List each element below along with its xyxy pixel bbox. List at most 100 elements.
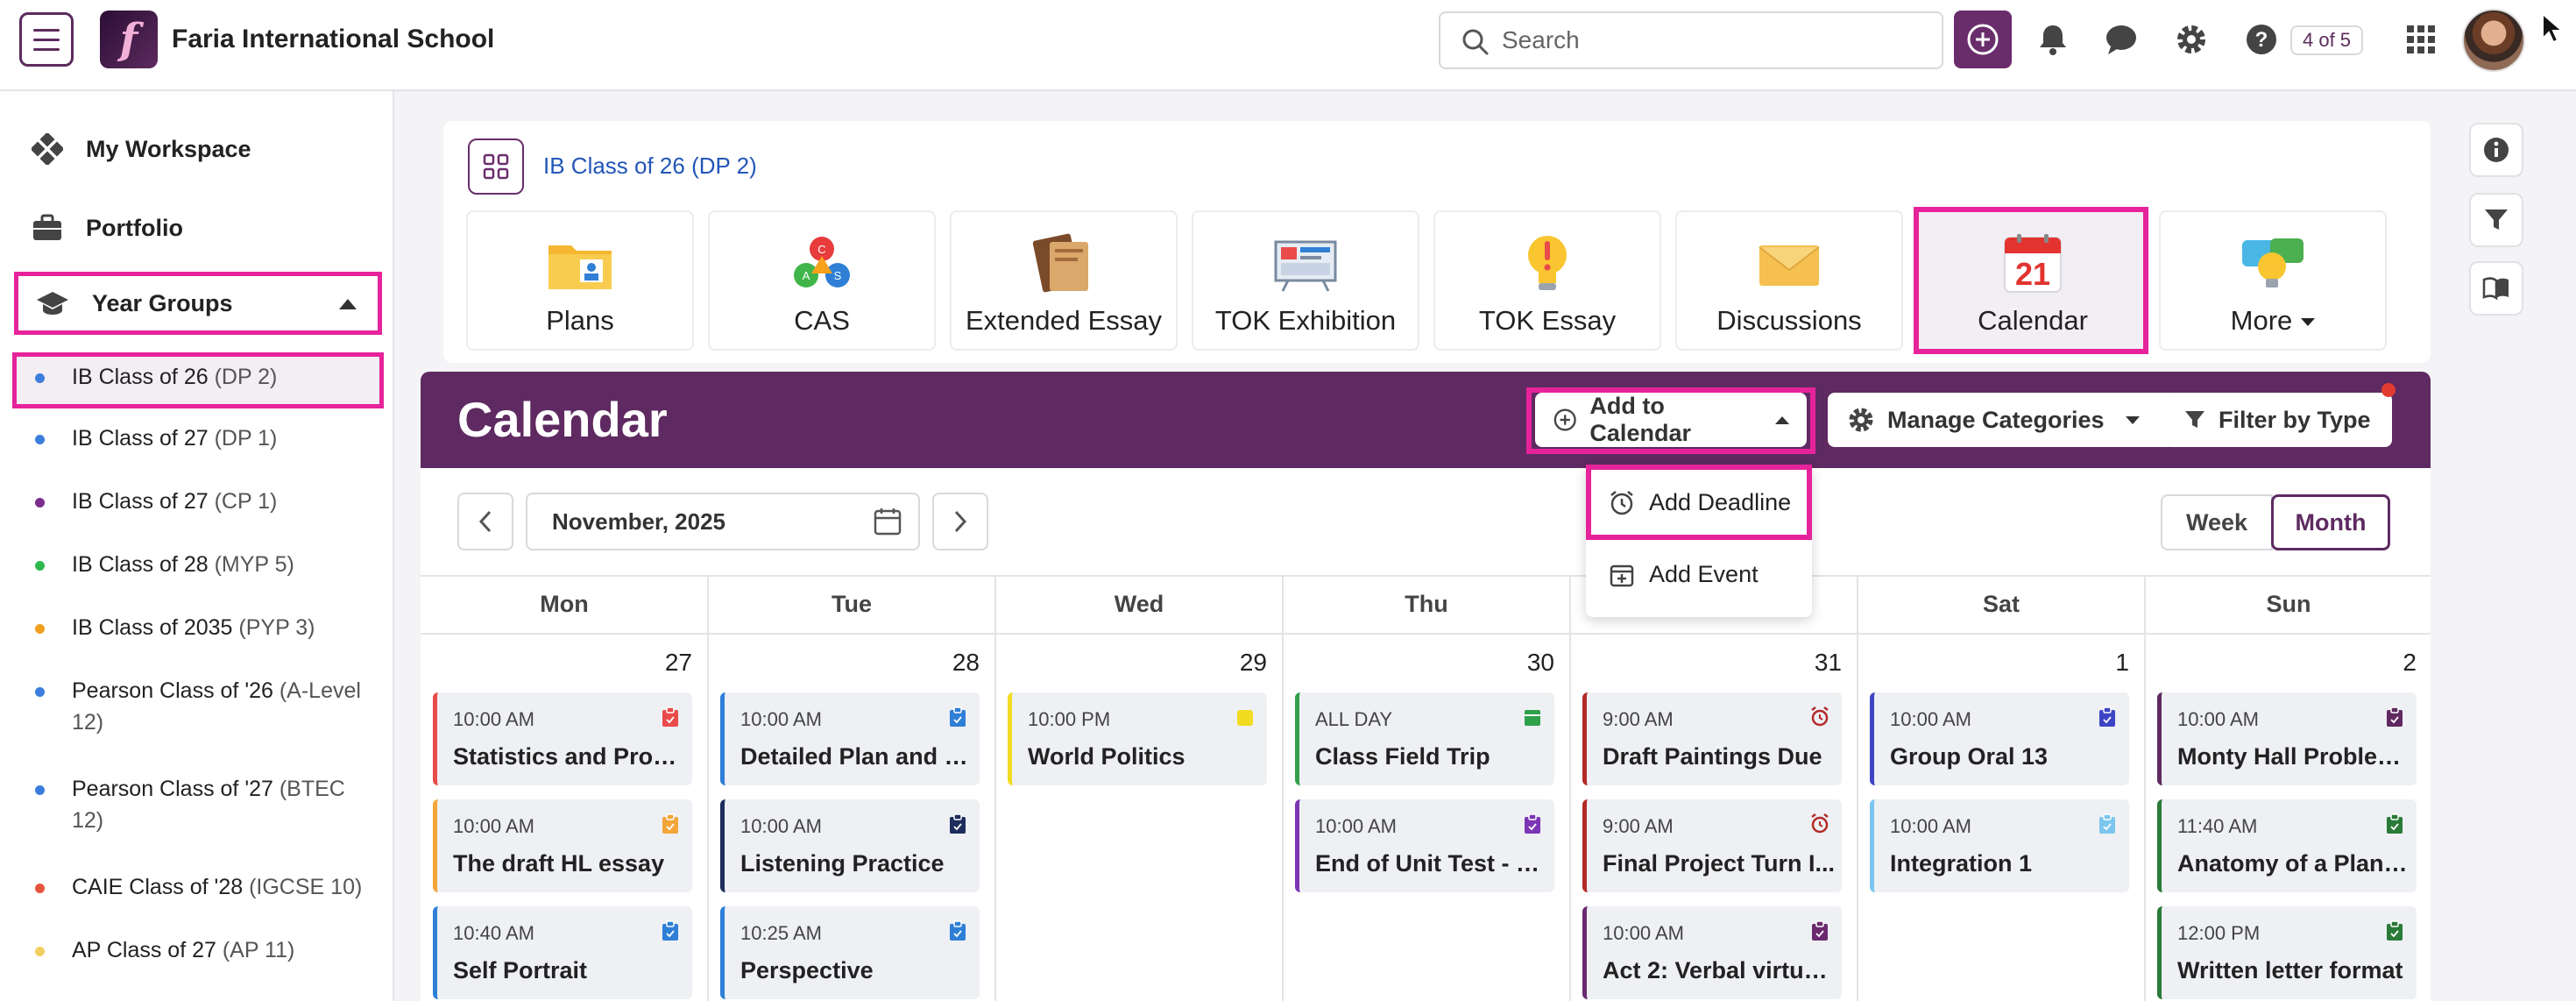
search-input[interactable]	[1502, 26, 1905, 54]
group-level: (DP 2)	[214, 365, 278, 389]
manage-categories-button[interactable]: Manage Categories	[1828, 393, 2175, 447]
search-icon	[1461, 28, 1490, 60]
column-divider	[2144, 575, 2146, 1001]
filter-icon	[2185, 411, 2204, 428]
day-number: 31	[1814, 649, 1842, 676]
calendar-icon[interactable]	[873, 507, 902, 541]
event-time: 10:00 PM	[1028, 708, 1111, 730]
filter-by-type-button[interactable]: Filter by Type	[2164, 393, 2392, 447]
school-logo[interactable]: f	[100, 11, 158, 68]
calendar-event[interactable]: 10:00 AM End of Unit Test - St...	[1295, 799, 1554, 892]
weekday-label: Mon	[540, 591, 589, 617]
event-title: Act 2: Verbal virtuos...	[1603, 957, 1836, 983]
event-time: 11:40 AM	[2177, 815, 2258, 837]
calendar-event[interactable]: 10:00 AM Detailed Plan and R...	[720, 692, 980, 785]
sidebar-item-year-groups[interactable]: Year Groups	[14, 272, 382, 335]
calendar-event[interactable]: 10:40 AM Self Portrait	[433, 906, 692, 999]
group-name: IB Class of 26	[72, 365, 209, 389]
class-menu-button[interactable]	[468, 138, 524, 195]
calendar-event[interactable]: 10:00 AM Monty Hall Problem...	[2157, 692, 2417, 785]
column-divider	[1282, 575, 1284, 1001]
calendar-event[interactable]: 12:00 PM Written letter format	[2157, 906, 2417, 999]
chevron-up-icon	[339, 299, 357, 309]
search-box[interactable]	[1439, 11, 1943, 69]
add-to-calendar-highlight	[1526, 387, 1815, 454]
sidebar-item-my-workspace[interactable]: My Workspace	[32, 133, 251, 165]
class-name-link[interactable]: IB Class of 26 (DP 2)	[543, 153, 757, 180]
month-input[interactable]	[552, 508, 850, 536]
group-color-dot	[35, 498, 45, 508]
calendar-event[interactable]: 11:40 AM Anatomy of a Plant ...	[2157, 799, 2417, 892]
view-week-button[interactable]: Week	[2161, 494, 2273, 550]
settings-gear-icon[interactable]	[2171, 19, 2212, 60]
reader-button[interactable]	[2469, 261, 2523, 316]
calendar-event[interactable]: 10:00 AM Group Oral 13	[1870, 692, 2129, 785]
event-time: 10:00 AM	[453, 708, 534, 730]
previous-month-button[interactable]	[457, 493, 513, 550]
sidebar-item-portfolio[interactable]: Portfolio	[32, 214, 183, 242]
calendar-event[interactable]: 10:00 PM World Politics	[1008, 692, 1267, 785]
day-number: 1	[2115, 649, 2129, 676]
apps-grid-icon[interactable]	[2401, 19, 2441, 60]
group-name: IB Class of 27	[72, 489, 209, 514]
help-icon[interactable]: ?	[2241, 19, 2282, 60]
calendar-event[interactable]: 10:00 AM Integration 1	[1870, 799, 2129, 892]
tool-tok-exhibition[interactable]: TOK Exhibition	[1192, 210, 1419, 351]
filter-button[interactable]	[2469, 193, 2523, 247]
tool-tok-essay[interactable]: TOK Essay	[1433, 210, 1661, 351]
event-title: Anatomy of a Plant ...	[2177, 850, 2410, 877]
user-avatar[interactable]	[2462, 9, 2525, 72]
clipboard-icon	[948, 706, 967, 728]
graduation-cap-icon	[37, 292, 68, 315]
add-deadline-highlight	[1586, 465, 1812, 540]
calendar-event[interactable]: 9:00 AM Draft Paintings Due	[1582, 692, 1842, 785]
tool-calendar[interactable]: 21 Calendar	[1919, 210, 2147, 351]
group-level: (PYP 3)	[238, 615, 315, 640]
hamburger-icon	[33, 28, 60, 32]
clipboard-icon	[2385, 706, 2404, 728]
calendar-event[interactable]: 10:00 AM Listening Practice	[720, 799, 980, 892]
next-month-button[interactable]	[932, 493, 988, 550]
group-level: (DP 1)	[214, 426, 278, 451]
event-time: 10:25 AM	[740, 922, 822, 944]
calendar-event[interactable]: 10:00 AM Statistics and Proba...	[433, 692, 692, 785]
calendar-event[interactable]: 9:00 AM Final Project Turn I...	[1582, 799, 1842, 892]
calendar-event[interactable]: ALL DAY Class Field Trip	[1295, 692, 1554, 785]
month-picker[interactable]	[526, 493, 920, 550]
top-bar: f Faria International School ? 4 of 5	[0, 0, 2576, 91]
group-color-dot	[35, 373, 45, 383]
tool-discussions[interactable]: Discussions	[1675, 210, 1903, 351]
notifications-bell-icon[interactable]	[2033, 19, 2073, 60]
messages-icon[interactable]	[2101, 19, 2141, 60]
add-event-option[interactable]: Add Event	[1609, 561, 1759, 588]
clipboard-icon	[948, 813, 967, 834]
menu-toggle-button[interactable]	[19, 12, 74, 67]
alarm-icon	[1810, 813, 1829, 834]
tool-more[interactable]: More	[2159, 210, 2387, 351]
calendar-event[interactable]: 10:25 AM Perspective	[720, 906, 980, 999]
tool-extended-essay[interactable]: Extended Essay	[950, 210, 1178, 351]
group-name: Pearson Class of '27	[72, 777, 273, 801]
clipboard-icon	[948, 920, 967, 941]
alarm-icon	[1810, 706, 1829, 728]
group-name: IB Class of 28	[72, 552, 209, 577]
calendar-event[interactable]: 10:00 AM The draft HL essay	[433, 799, 692, 892]
school-name: Faria International School	[172, 25, 495, 53]
envelope-icon	[1750, 231, 1829, 296]
view-month-button[interactable]: Month	[2271, 494, 2390, 550]
sidebar: My Workspace Portfolio Year Groups IB Cl…	[0, 91, 394, 1001]
day-number: 28	[952, 649, 980, 676]
event-title: End of Unit Test - St...	[1315, 850, 1548, 877]
info-button[interactable]	[2469, 123, 2523, 177]
event-time: 10:00 AM	[740, 708, 822, 730]
group-color-dot	[35, 785, 45, 795]
tool-plans[interactable]: Plans	[466, 210, 694, 351]
create-button[interactable]	[1954, 11, 2012, 68]
event-time: 10:00 AM	[1315, 815, 1397, 837]
exhibition-board-icon	[1266, 231, 1345, 296]
chevron-down-icon	[2301, 318, 2316, 327]
calendar-event[interactable]: 10:00 AM Act 2: Verbal virtuos...	[1582, 906, 1842, 999]
tool-cas[interactable]: CA S CA S	[708, 210, 936, 351]
group-color-dot	[35, 687, 45, 697]
event-time: 10:00 AM	[1890, 815, 1971, 837]
